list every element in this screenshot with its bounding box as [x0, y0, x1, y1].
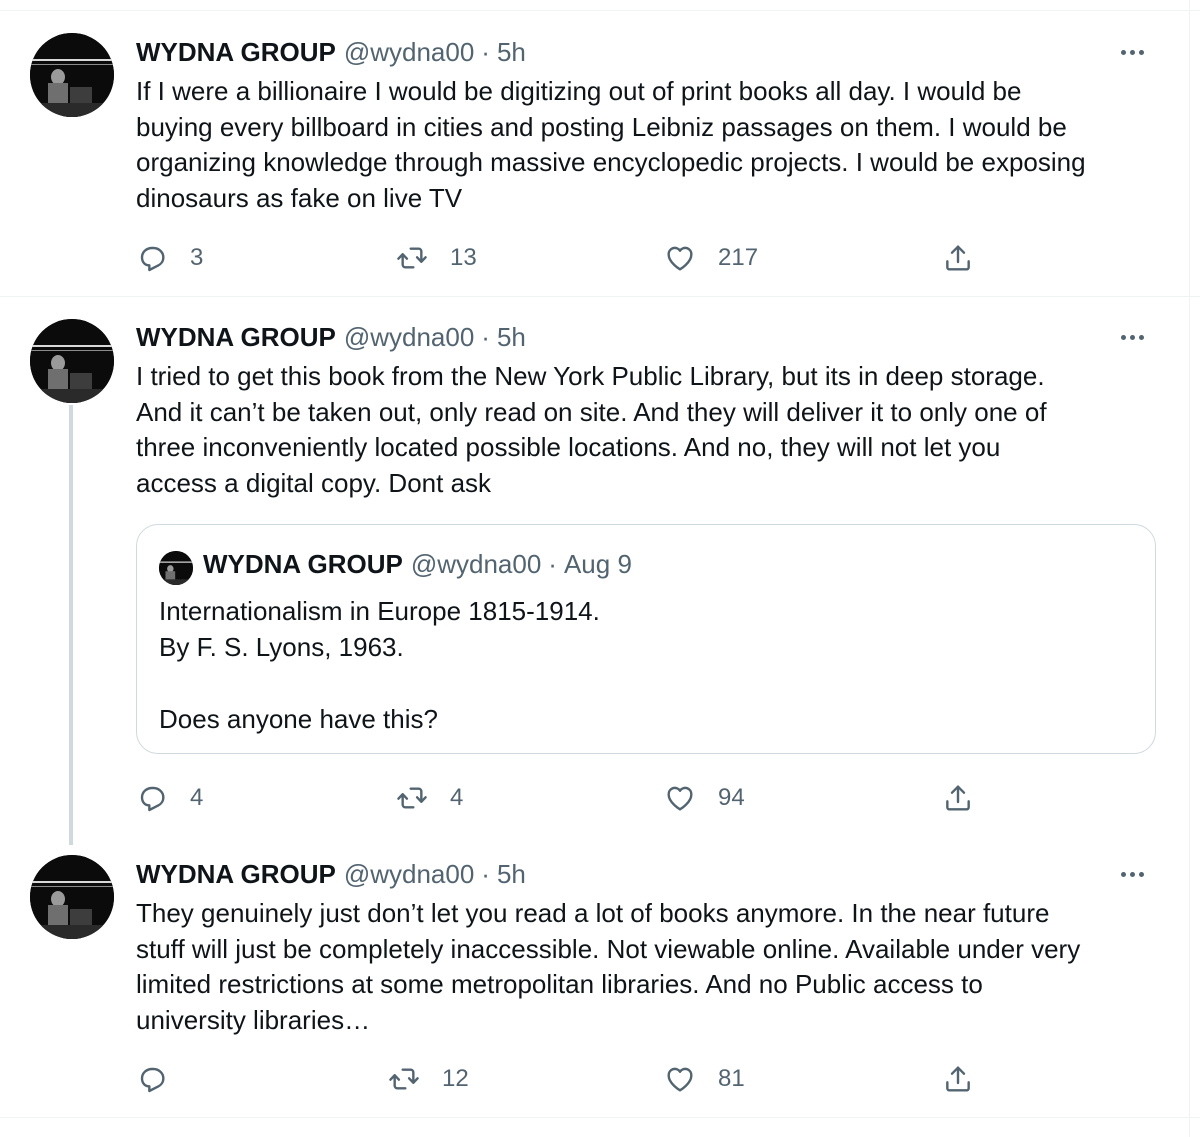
retweet-icon — [397, 787, 427, 809]
more-button[interactable] — [1112, 862, 1152, 886]
avatar-image — [30, 33, 114, 117]
separator-dot: · — [481, 321, 490, 352]
share-button[interactable] — [942, 238, 974, 278]
bottom-divider — [0, 1117, 1200, 1118]
reply-icon — [140, 786, 165, 812]
tweet-text-line: I tried to get this book from the New Yo… — [136, 361, 1045, 391]
reply-button[interactable]: 3 — [136, 238, 203, 278]
tweet-header: WYDNA GROUP @wydna00 · 5h — [136, 856, 526, 892]
author-handle[interactable]: @wydna00 — [344, 37, 474, 68]
heart-icon — [667, 246, 693, 271]
avatar-image — [30, 319, 114, 403]
share-button[interactable] — [942, 778, 974, 818]
tweet-text: If I were a billionaire I would be digit… — [136, 74, 1166, 216]
separator-dot: · — [481, 36, 490, 67]
like-button[interactable]: 94 — [664, 778, 745, 818]
tweet-actions: 4 4 94 — [136, 778, 986, 818]
heart-icon — [667, 786, 693, 811]
tweet-3[interactable]: WYDNA GROUP @wydna00 · 5h They genuinely… — [0, 837, 1190, 1117]
quoted-text: Internationalism in Europe 1815-1914. By… — [159, 593, 600, 737]
tweet-1[interactable]: WYDNA GROUP @wydna00 · 5h If I were a bi… — [0, 0, 1190, 296]
tweet-text-line: university libraries… — [136, 1004, 371, 1035]
retweet-icon — [389, 1068, 419, 1090]
more-icon — [1120, 49, 1126, 55]
quoted-header: WYDNA GROUP @wydna00 · Aug 9 — [203, 549, 632, 580]
avatar-image — [159, 551, 193, 585]
quoted-avatar[interactable] — [159, 551, 193, 585]
retweet-count: 4 — [450, 784, 464, 811]
avatar[interactable] — [30, 33, 114, 117]
tweet-text-line: If I were a billionaire I would be digit… — [136, 76, 1022, 106]
quoted-author-name: WYDNA GROUP — [203, 549, 403, 579]
timeline: WYDNA GROUP @wydna00 · 5h If I were a bi… — [0, 0, 1200, 1137]
like-count: 81 — [718, 1065, 745, 1092]
author-name[interactable]: WYDNA GROUP — [136, 859, 336, 890]
tweet-text-line: access a digital copy. Dont ask — [136, 467, 492, 498]
tweet-text-line: buying every billboard in cities and pos… — [136, 111, 1067, 142]
tweet-text: I tried to get this book from the New Yo… — [136, 359, 1166, 501]
retweet-button[interactable]: 4 — [396, 778, 463, 818]
timestamp[interactable]: 5h — [497, 322, 526, 353]
quoted-timestamp: Aug 9 — [563, 549, 632, 579]
share-button[interactable] — [942, 1059, 974, 1099]
tweet-2[interactable]: WYDNA GROUP @wydna00 · 5h I tried to get… — [0, 297, 1190, 837]
more-icon — [1120, 871, 1126, 877]
reply-button[interactable] — [136, 1059, 190, 1099]
like-count: 217 — [718, 244, 759, 271]
tweet-text: They genuinely just don’t let you read a… — [136, 896, 1166, 1038]
retweet-count: 13 — [450, 244, 477, 271]
tweet-actions: 12 81 — [136, 1059, 986, 1099]
tweet-text-line: limited restrictions at some metropolita… — [136, 969, 983, 999]
tweet-header: WYDNA GROUP @wydna00 · 5h — [136, 319, 526, 355]
quoted-text-line: Does anyone have this? — [159, 704, 438, 734]
reply-count: 4 — [190, 784, 204, 811]
retweet-count: 12 — [442, 1065, 469, 1092]
like-button[interactable]: 217 — [664, 238, 758, 278]
share-icon — [946, 785, 970, 811]
avatar[interactable] — [30, 855, 114, 939]
timestamp[interactable]: 5h — [497, 859, 526, 890]
more-icon — [1120, 334, 1126, 340]
reply-icon — [140, 246, 165, 272]
reply-icon — [140, 1067, 165, 1093]
reply-count: 3 — [190, 244, 204, 271]
tweet-text-line: stuff will just be completely inaccessib… — [136, 933, 1081, 964]
separator-dot: · — [481, 858, 490, 889]
author-handle[interactable]: @wydna00 — [344, 859, 474, 890]
author-handle[interactable]: @wydna00 — [344, 322, 474, 353]
reply-button[interactable]: 4 — [136, 778, 203, 818]
heart-icon — [667, 1067, 693, 1092]
more-button[interactable] — [1112, 325, 1152, 349]
tweet-text-line: dinosaurs as fake on live TV — [136, 182, 463, 213]
author-name[interactable]: WYDNA GROUP — [136, 322, 336, 353]
quoted-text-line — [159, 665, 600, 701]
avatar[interactable] — [30, 319, 114, 403]
more-button[interactable] — [1112, 40, 1152, 64]
share-icon — [946, 245, 970, 271]
tweet-text-line: They genuinely just don’t let you read a… — [136, 898, 1050, 928]
quoted-author-handle: @wydna00 — [410, 549, 542, 579]
timestamp[interactable]: 5h — [497, 37, 526, 68]
like-count: 94 — [718, 784, 745, 811]
retweet-button[interactable]: 12 — [388, 1059, 469, 1099]
like-button[interactable]: 81 — [664, 1059, 745, 1099]
tweet-text-line: three inconveniently located possible lo… — [136, 432, 1001, 462]
tweet-text-line: And it can’t be taken out, only read on … — [136, 396, 1047, 427]
avatar-image — [30, 855, 114, 939]
quoted-text-line: By F. S. Lyons, 1963. — [159, 632, 404, 662]
quoted-text-line: Internationalism in Europe 1815-1914. — [159, 596, 600, 626]
tweet-actions: 3 13 217 — [136, 238, 986, 278]
author-name[interactable]: WYDNA GROUP — [136, 37, 336, 68]
retweet-button[interactable]: 13 — [396, 238, 477, 278]
tweet-header: WYDNA GROUP @wydna00 · 5h — [136, 34, 526, 70]
tweet-text-line: organizing knowledge through massive enc… — [136, 147, 1086, 177]
share-icon — [946, 1066, 970, 1092]
quoted-tweet[interactable]: WYDNA GROUP @wydna00 · Aug 9 Internation… — [136, 524, 1156, 754]
retweet-icon — [397, 247, 427, 269]
separator-dot: · — [548, 549, 557, 579]
